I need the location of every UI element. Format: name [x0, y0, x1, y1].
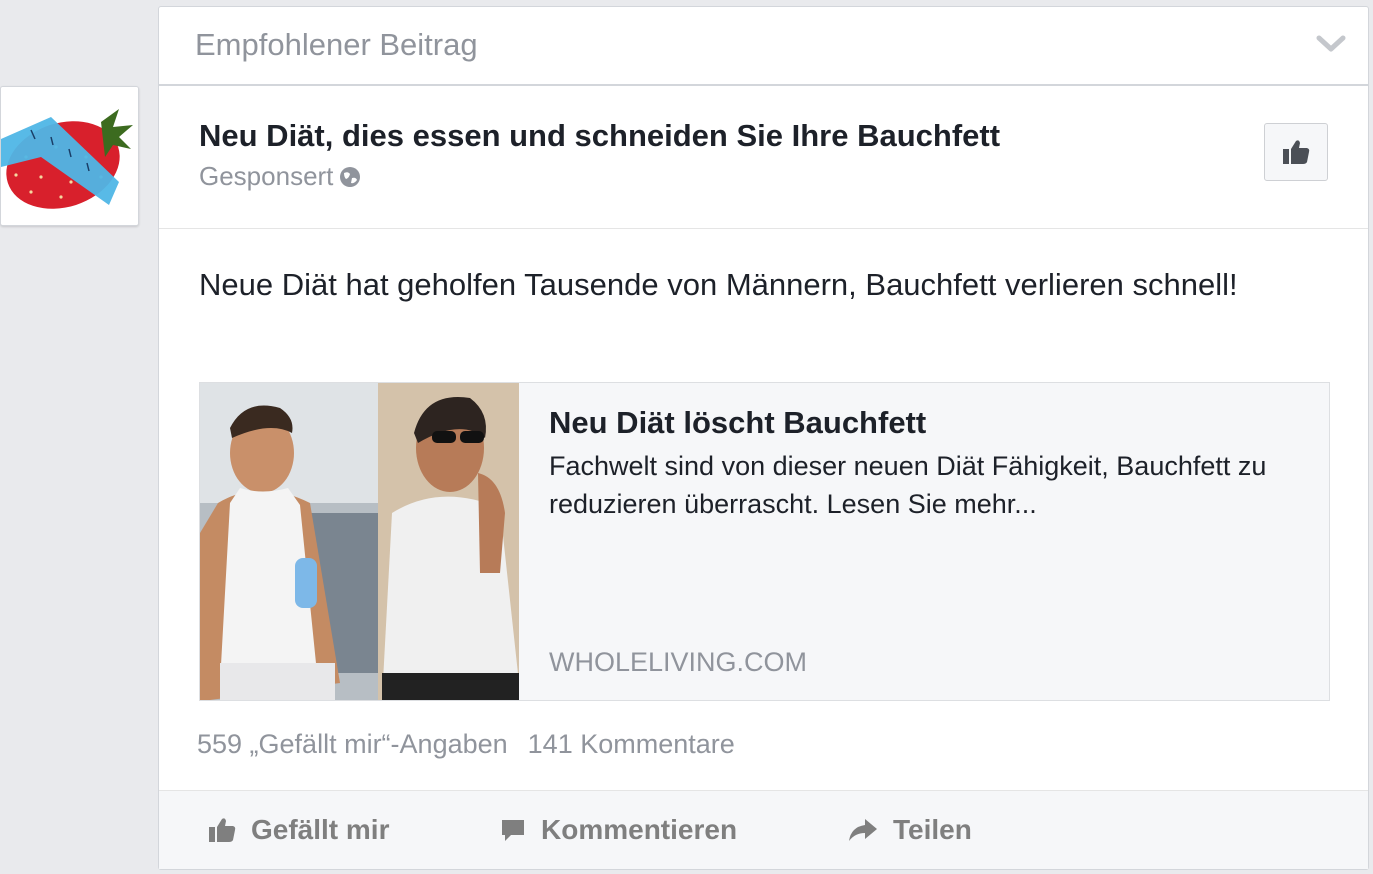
post-title[interactable]: Neu Diät, dies essen und schneiden Sie I…	[199, 118, 1000, 154]
link-preview[interactable]: Neu Diät löscht Bauchfett Fachwelt sind …	[199, 382, 1330, 701]
action-bar: Gefällt mir Kommentieren Teilen	[159, 790, 1368, 869]
card-header: Empfohlener Beitrag	[159, 7, 1368, 86]
post-stats: 559 „Gefällt mir“-Angaben 141 Kommentare	[197, 729, 735, 760]
share-arrow-icon	[849, 819, 877, 841]
sponsored-label[interactable]: Gesponsert	[199, 161, 333, 192]
men-photo	[200, 383, 519, 700]
comment-bubble-icon	[502, 820, 524, 841]
page-avatar[interactable]	[0, 86, 139, 226]
chevron-down-icon[interactable]	[1316, 33, 1346, 55]
post-text: Neue Diät hat geholfen Tausende von Männ…	[199, 267, 1238, 302]
link-image[interactable]	[200, 383, 519, 700]
like-button-label: Gefällt mir	[251, 814, 390, 845]
thumbs-up-icon	[209, 818, 236, 842]
post-header: Neu Diät, dies essen und schneiden Sie I…	[159, 86, 1368, 229]
link-domain: WHOLELIVING.COM	[549, 647, 808, 677]
comments-count[interactable]: 141 Kommentare	[528, 729, 735, 760]
like-page-button[interactable]	[1264, 123, 1328, 181]
thumbs-up-icon	[1283, 140, 1310, 164]
share-button-label: Teilen	[893, 814, 972, 845]
sponsored-row: Gesponsert	[199, 161, 361, 192]
card-header-title: Empfohlener Beitrag	[195, 27, 478, 62]
like-button[interactable]: Gefällt mir	[207, 791, 389, 869]
sponsored-post-card: Empfohlener Beitrag Neu Diät, dies essen…	[158, 6, 1369, 870]
link-title[interactable]: Neu Diät löscht Bauchfett	[549, 405, 926, 441]
comment-button-label: Kommentieren	[541, 814, 738, 845]
page: Empfohlener Beitrag Neu Diät, dies essen…	[0, 0, 1373, 874]
globe-icon	[340, 166, 361, 187]
likes-count[interactable]: 559 „Gefällt mir“-Angaben	[197, 729, 508, 760]
comment-button[interactable]: Kommentieren	[499, 791, 737, 869]
share-button[interactable]: Teilen	[847, 791, 972, 869]
link-description: Fachwelt sind von dieser neuen Diät Fähi…	[549, 451, 1267, 519]
strawberry-measuring-tape-image	[1, 87, 138, 225]
